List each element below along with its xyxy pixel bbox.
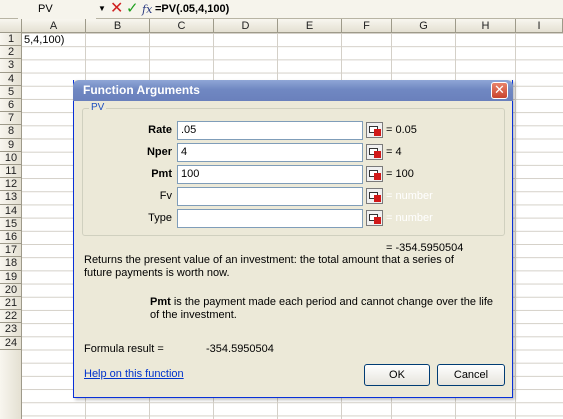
- argument-help-text: is the payment made each period and cann…: [150, 296, 494, 321]
- pmt-input[interactable]: 100: [177, 165, 363, 184]
- column-headers: A B C D E F G H I: [0, 19, 563, 33]
- column-header-h[interactable]: H: [456, 19, 516, 33]
- argument-result-nper: = 4: [386, 146, 402, 158]
- collapse-dialog-icon[interactable]: [366, 210, 383, 226]
- select-all-corner[interactable]: [0, 19, 22, 33]
- row-headers: 1 2 3 4 5 6 7 8 9 10 11 12 13 14 15 16 17 18 19 20 21 22 23 24: [0, 33, 22, 419]
- row-header-14[interactable]: 14: [0, 205, 22, 218]
- row-header-2[interactable]: 2: [0, 46, 22, 60]
- column-header-d[interactable]: D: [214, 19, 278, 33]
- collapse-dialog-icon[interactable]: [366, 144, 383, 160]
- row-header-24[interactable]: 24: [0, 337, 22, 350]
- column-header-c[interactable]: C: [150, 19, 214, 33]
- argument-label-fv: Fv: [159, 190, 172, 202]
- argument-label-pmt: Pmt: [151, 168, 172, 180]
- row-header-22[interactable]: 22: [0, 310, 22, 324]
- arguments-group: PV Rate .05 = 0.05 Nper 4 = 4 Pmt 100 = …: [82, 102, 506, 236]
- formula-input[interactable]: =PV(.05,4,100): [155, 0, 563, 19]
- column-header-g[interactable]: G: [392, 19, 456, 33]
- formula-result-label: Formula result =: [84, 343, 164, 355]
- row-header-11[interactable]: 11: [0, 165, 22, 179]
- argument-label-rate: Rate: [148, 124, 172, 136]
- row-header-20[interactable]: 20: [0, 284, 22, 297]
- function-name-label: PV: [89, 102, 107, 113]
- argument-help: Pmt is the payment made each period and …: [150, 296, 500, 322]
- cancel-button[interactable]: Cancel: [437, 364, 505, 386]
- cancel-entry-icon[interactable]: ✕: [110, 0, 123, 18]
- enter-entry-icon[interactable]: ✓: [126, 0, 139, 18]
- formula-bar: PV ▼ ✕ ✓ fx =PV(.05,4,100): [0, 0, 563, 19]
- row-header-12[interactable]: 12: [0, 178, 22, 192]
- argument-result-pmt: = 100: [386, 168, 414, 180]
- row-header-18[interactable]: 18: [0, 257, 22, 271]
- argument-result-type: = number: [386, 212, 433, 224]
- rate-input[interactable]: .05: [177, 121, 363, 140]
- nper-input[interactable]: 4: [177, 143, 363, 162]
- row-header-17[interactable]: 17: [0, 244, 22, 258]
- argument-label-type: Type: [148, 212, 172, 224]
- row-header-10[interactable]: 10: [0, 152, 22, 165]
- formula-result-value: -354.5950504: [206, 343, 274, 355]
- argument-row-type: Type = number: [83, 209, 506, 229]
- argument-row-nper: Nper 4 = 4: [83, 143, 506, 163]
- name-box[interactable]: PV: [18, 0, 96, 19]
- row-header-9[interactable]: 9: [0, 139, 22, 152]
- argument-label-nper: Nper: [146, 146, 172, 158]
- column-header-b[interactable]: B: [86, 19, 150, 33]
- argument-row-fv: Fv = number: [83, 187, 506, 207]
- column-header-a[interactable]: A: [22, 19, 86, 33]
- cell-a1[interactable]: 5,4,100): [24, 34, 64, 46]
- name-box-dropdown-icon[interactable]: ▼: [98, 4, 106, 13]
- insert-function-icon[interactable]: fx: [142, 0, 152, 19]
- dialog-title: Function Arguments: [83, 83, 200, 97]
- help-link[interactable]: Help on this function: [84, 368, 184, 381]
- row-header-23[interactable]: 23: [0, 323, 22, 337]
- argument-help-name: Pmt: [150, 296, 171, 308]
- argument-row-rate: Rate .05 = 0.05: [83, 121, 506, 141]
- column-header-e[interactable]: E: [278, 19, 342, 33]
- collapse-dialog-icon[interactable]: [366, 122, 383, 138]
- row-header-21[interactable]: 21: [0, 297, 22, 311]
- function-description: Returns the present value of an investme…: [84, 254, 454, 279]
- column-header-f[interactable]: F: [342, 19, 392, 33]
- dialog-titlebar[interactable]: Function Arguments ✕: [73, 80, 513, 101]
- argument-result-rate: = 0.05: [386, 124, 417, 136]
- row-header-5[interactable]: 5: [0, 86, 22, 99]
- row-header-3[interactable]: 3: [0, 59, 22, 73]
- argument-result-fv: = number: [386, 190, 433, 202]
- row-header-13[interactable]: 13: [0, 191, 22, 205]
- row-header-1[interactable]: 1: [0, 33, 22, 47]
- argument-row-pmt: Pmt 100 = 100: [83, 165, 506, 185]
- row-header-15[interactable]: 15: [0, 218, 22, 231]
- row-header-16[interactable]: 16: [0, 231, 22, 245]
- collapse-dialog-icon[interactable]: [366, 166, 383, 182]
- type-input[interactable]: [177, 209, 363, 228]
- row-header-7[interactable]: 7: [0, 112, 22, 126]
- row-header-6[interactable]: 6: [0, 99, 22, 113]
- column-header-i[interactable]: I: [516, 19, 563, 33]
- close-icon[interactable]: ✕: [491, 82, 508, 99]
- row-header-19[interactable]: 19: [0, 271, 22, 284]
- collapse-dialog-icon[interactable]: [366, 188, 383, 204]
- function-arguments-dialog: Function Arguments ✕ PV Rate .05 = 0.05 …: [73, 80, 513, 398]
- row-header-4[interactable]: 4: [0, 73, 22, 86]
- fv-input[interactable]: [177, 187, 363, 206]
- row-header-8[interactable]: 8: [0, 125, 22, 139]
- ok-button[interactable]: OK: [364, 364, 430, 386]
